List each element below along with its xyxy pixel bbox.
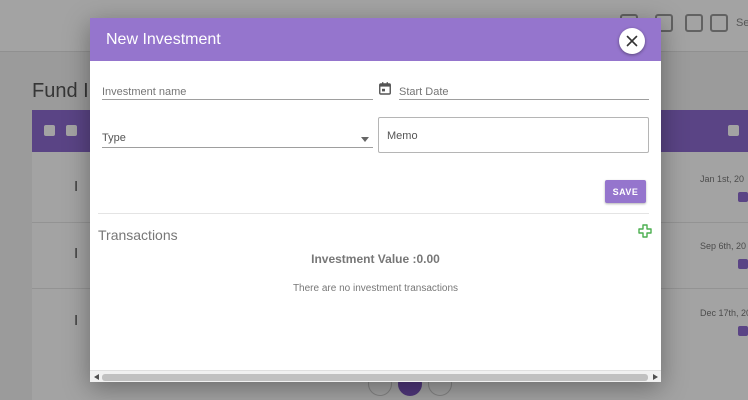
new-investment-dialog: New Investment Type Memo (90, 18, 661, 382)
dialog-header: New Investment (90, 18, 661, 61)
empty-transactions-message: There are no investment transactions (292, 283, 459, 294)
start-date-underline (399, 99, 649, 100)
investment-value: Investment Value :0.00 (311, 252, 440, 266)
dropdown-arrow-icon (361, 137, 369, 142)
section-divider (98, 213, 649, 214)
save-button[interactable]: SAVE (605, 180, 646, 203)
memo-field[interactable]: Memo (378, 117, 649, 153)
scroll-left-icon[interactable] (92, 373, 100, 381)
add-transaction-button[interactable] (638, 224, 652, 238)
start-date-input[interactable] (399, 86, 649, 98)
investment-name-input[interactable] (102, 86, 373, 98)
scroll-right-icon[interactable] (651, 373, 659, 381)
investment-name-field[interactable] (102, 82, 373, 98)
type-underline (102, 147, 373, 148)
calendar-icon[interactable] (379, 82, 391, 95)
transactions-title: Transactions (98, 227, 178, 243)
type-select[interactable]: Type (102, 131, 373, 147)
memo-placeholder: Memo (387, 130, 418, 142)
horizontal-scrollbar[interactable] (90, 370, 661, 382)
close-icon (626, 35, 638, 47)
plus-icon (638, 224, 652, 238)
close-button[interactable] (619, 28, 645, 54)
scrollbar-thumb[interactable] (102, 374, 648, 381)
dialog-title: New Investment (106, 31, 221, 48)
type-placeholder: Type (102, 132, 126, 144)
start-date-field[interactable] (399, 82, 649, 98)
investment-name-underline (102, 99, 373, 100)
